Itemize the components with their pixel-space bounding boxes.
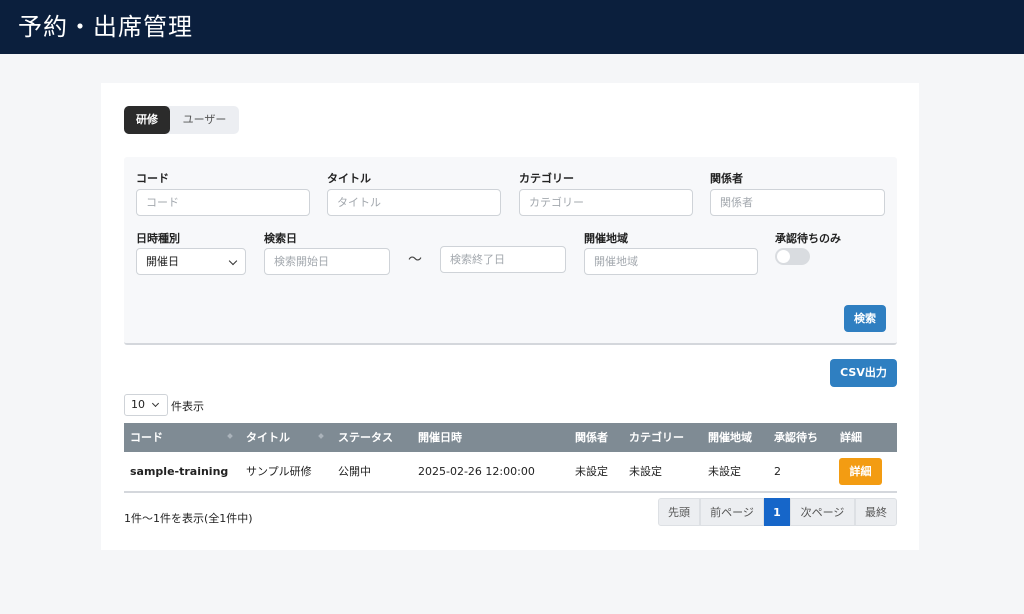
page-last-button[interactable]: 最終 [855,498,897,526]
column-header-pending[interactable]: 承認待ち [774,423,818,452]
cell-title: サンプル研修 [246,465,312,478]
toggle-knob [777,250,790,263]
title-label: タイトル [327,172,371,185]
page-length-select[interactable]: 10 [124,394,168,416]
cell-code: sample-training [130,465,229,478]
search-end-date-input[interactable] [440,246,566,273]
cell-related: 未設定 [575,465,608,478]
table-header: コード タイトル ステータス 開催日時 関係者 カテゴリー 開催地域 承認待ち … [124,423,897,452]
cell-region: 未設定 [708,465,741,478]
date-type-select[interactable]: 開催日 [136,248,246,275]
column-header-code[interactable]: コード [130,423,163,452]
search-start-date-input[interactable] [264,248,390,275]
page-length-value: 10 [131,398,145,411]
search-button[interactable]: 検索 [844,305,886,332]
detail-button[interactable]: 詳細 [839,458,882,485]
region-input[interactable] [584,248,758,275]
sort-icon [227,433,233,439]
cell-pending: 2 [774,465,781,478]
tab-bar: 研修 ユーザー [124,106,239,134]
date-type-value: 開催日 [146,255,179,268]
page-length-label: 件表示 [171,400,204,413]
column-header-region[interactable]: 開催地域 [708,423,752,452]
search-panel: コード タイトル カテゴリー 関係者 日時種別 開催日 検索日 〜 開催地域 承… [124,157,897,345]
table-row: sample-training サンプル研修 公開中 2025-02-26 12… [124,452,897,491]
page-first-button[interactable]: 先頭 [658,498,700,526]
chevron-down-icon [228,256,238,266]
cell-datetime: 2025-02-26 12:00:00 [418,465,535,478]
tab-users[interactable]: ユーザー [170,106,239,134]
sort-icon [318,433,324,439]
page-1-button[interactable]: 1 [764,498,790,526]
column-header-detail: 詳細 [840,431,862,444]
search-date-label: 検索日 [264,232,297,245]
category-label: カテゴリー [519,172,574,185]
chevron-down-icon [151,399,160,408]
pending-only-toggle[interactable] [775,248,810,265]
date-type-label: 日時種別 [136,232,180,245]
page-next-button[interactable]: 次ページ [790,498,855,526]
cell-category: 未設定 [629,465,662,478]
page-prev-button[interactable]: 前ページ [700,498,764,526]
code-label: コード [136,172,169,185]
column-header-title[interactable]: タイトル [246,423,290,452]
tab-training[interactable]: 研修 [124,106,170,134]
column-header-category[interactable]: カテゴリー [629,423,684,452]
code-input[interactable] [136,189,310,216]
page-title: 予約・出席管理 [18,13,193,41]
column-header-datetime[interactable]: 開催日時 [418,423,462,452]
related-label: 関係者 [710,172,743,185]
title-input[interactable] [327,189,501,216]
column-header-status[interactable]: ステータス [338,423,393,452]
category-input[interactable] [519,189,693,216]
date-range-separator: 〜 [408,252,422,268]
column-header-related[interactable]: 関係者 [575,423,608,452]
main-card: 研修 ユーザー コード タイトル カテゴリー 関係者 日時種別 開催日 検索日 … [101,83,919,550]
training-table: コード タイトル ステータス 開催日時 関係者 カテゴリー 開催地域 承認待ち … [124,423,897,493]
cell-status: 公開中 [338,465,371,478]
pending-only-label: 承認待ちのみ [775,232,841,245]
region-label: 開催地域 [584,232,628,245]
app-header: 予約・出席管理 [0,0,1024,54]
csv-export-button[interactable]: CSV出力 [830,359,897,387]
table-info: 1件〜1件を表示(全1件中) [124,512,253,525]
related-input[interactable] [710,189,885,216]
